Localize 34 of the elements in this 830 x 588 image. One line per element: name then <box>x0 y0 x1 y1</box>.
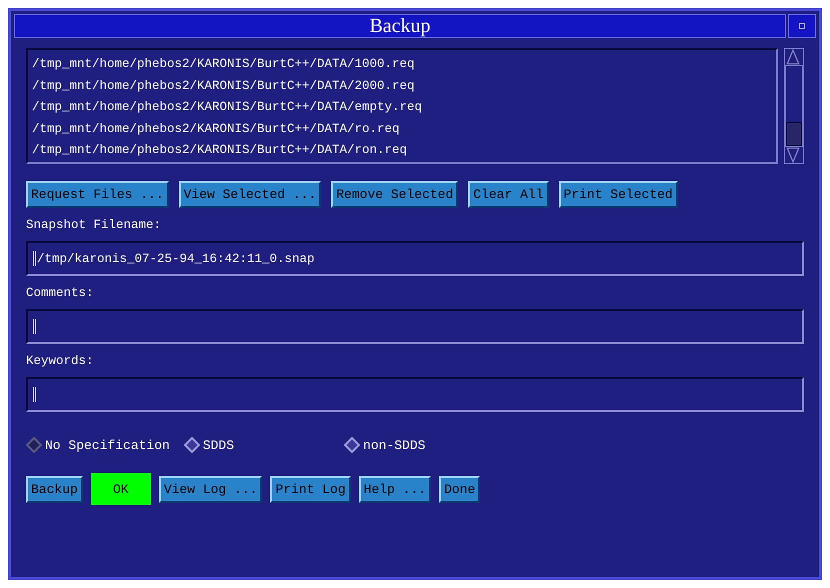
status-indicator: OK <box>90 473 151 505</box>
list-action-button[interactable]: Clear All <box>468 181 548 208</box>
action-button[interactable]: Print Log <box>270 476 351 502</box>
radio-option[interactable]: SDDS <box>184 437 234 453</box>
file-list-item[interactable]: /tmp_mnt/home/phebos2/KARONIS/BurtC++/DATA/1000.req <box>32 54 772 76</box>
field-label: Keywords: <box>26 354 95 370</box>
text-field[interactable]: /tmp/karonis_07-25-94_16:42:11_0.snap <box>26 241 804 276</box>
file-list-item[interactable]: /tmp_mnt/home/phebos2/KARONIS/BurtC++/DATA/ron.req <box>32 140 772 162</box>
scrollbar[interactable] <box>784 48 804 164</box>
window-menu-button[interactable] <box>788 14 816 38</box>
file-list-item[interactable]: /tmp_mnt/home/phebos2/KARONIS/BurtC++/DATA/ro.req <box>32 118 772 140</box>
action-button[interactable]: View Log ... <box>158 476 262 502</box>
text-field[interactable] <box>26 377 804 412</box>
text-cursor-icon <box>33 251 36 266</box>
text-cursor-icon <box>33 319 36 334</box>
scroll-down-icon[interactable] <box>785 147 801 163</box>
radio-option[interactable]: non-SDDS <box>344 437 426 453</box>
field-label: Snapshot Filename: <box>26 218 162 234</box>
window-title: Backup <box>14 14 786 38</box>
list-action-button[interactable]: Print Selected <box>558 181 678 208</box>
list-action-button[interactable]: View Selected ... <box>178 181 322 208</box>
text-cursor-icon <box>33 387 36 402</box>
action-button[interactable]: Help ... <box>358 476 432 502</box>
list-action-button[interactable]: Remove Selected <box>331 181 458 208</box>
radio-option[interactable]: No Specification <box>26 437 170 453</box>
field-label: Comments: <box>26 286 95 302</box>
scroll-up-icon[interactable] <box>785 49 801 65</box>
scrollbar-thumb[interactable] <box>786 122 802 146</box>
action-button[interactable]: Backup <box>26 476 83 502</box>
file-list-item[interactable]: /tmp_mnt/home/phebos2/KARONIS/BurtC++/DATA/empty.req <box>32 97 772 118</box>
text-field[interactable] <box>26 309 804 344</box>
action-button[interactable]: Done <box>439 476 480 502</box>
list-action-button[interactable]: Request Files ... <box>26 181 169 208</box>
file-list-item[interactable]: /tmp_mnt/home/phebos2/KARONIS/BurtC++/DATA/2000.req <box>32 76 772 97</box>
